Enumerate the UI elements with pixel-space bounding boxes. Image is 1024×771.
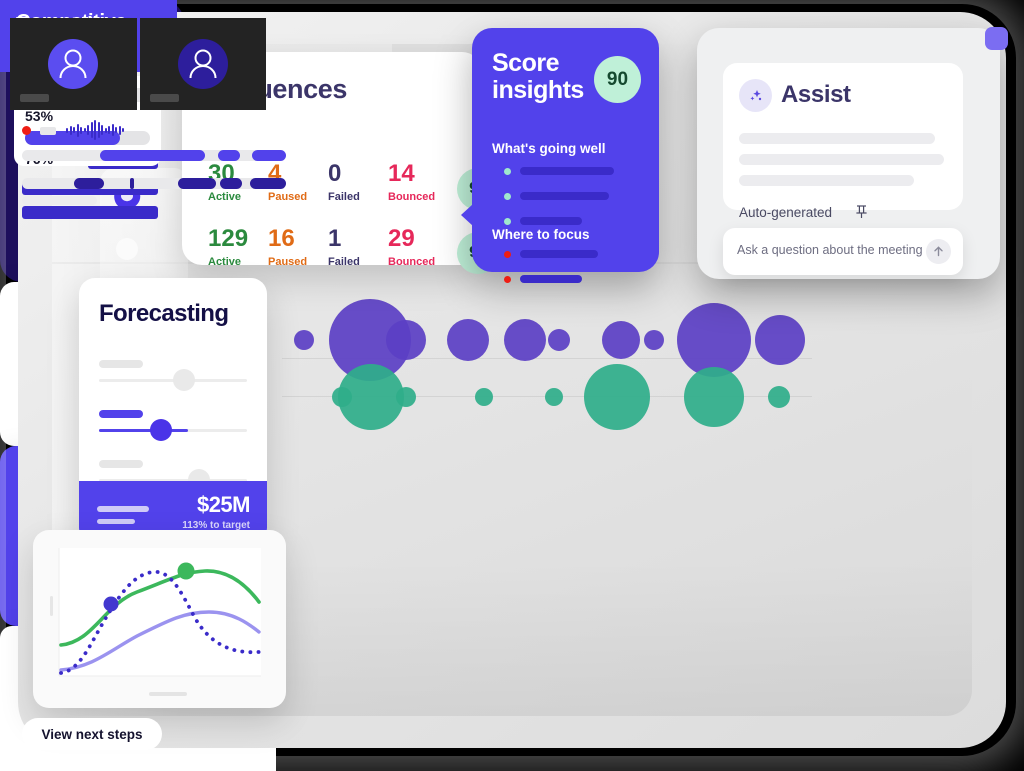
forecasting-card: Forecasting $25M 113% to target (79, 278, 267, 544)
bubble-point (447, 319, 489, 361)
bubble-point (386, 320, 426, 360)
bubble-point (584, 364, 650, 430)
score-insight-bar (520, 217, 582, 225)
score-going-well-label: What's going well (492, 141, 606, 156)
deal-detail-bar (22, 206, 158, 219)
bullet-icon (504, 167, 511, 175)
sequences-metric-value: 1 (328, 225, 342, 252)
assist-title: Assist (781, 81, 851, 108)
sequences-metric-value: 14 (388, 160, 415, 187)
trend-line-chart-card (33, 530, 286, 708)
sequences-metric: 129 Active (208, 225, 268, 269)
pin-icon[interactable] (855, 204, 868, 222)
arrow-up-icon[interactable] (926, 239, 951, 264)
bullet-icon (504, 275, 511, 283)
score-insight-bar (520, 167, 614, 175)
forecasting-slider-fill (99, 429, 188, 432)
score-insight-item (504, 217, 582, 225)
forecasting-slider[interactable] (99, 460, 247, 491)
assist-skeleton-line (739, 133, 935, 144)
bubble-point (545, 388, 563, 406)
bullet-icon (504, 250, 511, 258)
score-insight-bar (520, 250, 598, 258)
score-focus-label: Where to focus (492, 227, 590, 242)
score-insights-pointer (461, 204, 473, 226)
score-insight-item (504, 250, 598, 258)
sequences-metric: 0 Failed (328, 160, 388, 204)
bubble-point (602, 321, 640, 359)
forecasting-slider-label (99, 460, 143, 468)
sequences-metric-value: 0 (328, 160, 342, 187)
score-insights-card: Score insights 90 What's going well Wher… (461, 28, 659, 283)
sequences-metric-label: Paused (268, 191, 308, 203)
assist-card: Assist Auto-generated (723, 63, 963, 220)
bubble-point (644, 330, 664, 350)
forecasting-amount: $25M (196, 492, 251, 517)
assist-input-placeholder: Ask a question about the meeting (737, 243, 923, 257)
sequences-metric-label: Paused (268, 256, 308, 268)
assist-footer-label: Auto-generated (739, 205, 833, 220)
bubble-point (475, 388, 493, 406)
forecasting-legend-line (97, 519, 135, 524)
team-talk-percent: 53% (25, 108, 54, 124)
team-talk-times-icon (985, 27, 1008, 50)
score-insight-item (504, 275, 582, 283)
sequences-metric-label: Bounced (388, 191, 436, 203)
screenshot-stage: Sequences 30 Active 4 Paused 0 Failed 14 Bounce… (0, 0, 1024, 771)
bubble-timeline-chart (282, 299, 812, 440)
sequences-row: 129 Active 16 Paused 1 Failed 29 Bounced (208, 225, 458, 269)
score-insights-title: Score insights (492, 49, 584, 104)
forecasting-title: Forecasting (99, 300, 229, 327)
forecasting-legend-line (97, 506, 149, 512)
forecasting-slider-label (99, 360, 143, 368)
forecasting-slider-label (99, 410, 143, 418)
bubble-point (677, 303, 751, 377)
sequences-metric-label: Active (208, 256, 242, 268)
score-insights-badge: 90 (594, 56, 641, 103)
score-insight-item (504, 192, 609, 200)
forecasting-slider-knob[interactable] (150, 419, 172, 441)
sequences-metric: 14 Bounced (388, 160, 448, 204)
assist-skeleton-line (739, 154, 944, 165)
bubble-point (548, 329, 570, 351)
forecasting-slider[interactable] (99, 360, 247, 391)
score-insight-bar (520, 275, 582, 283)
score-insight-item (504, 167, 614, 175)
bubble-point (755, 315, 805, 365)
sequences-metric-value: 129 (208, 225, 249, 252)
forecasting-slider-knob[interactable] (173, 369, 195, 391)
bubble-point (768, 386, 790, 408)
score-insight-bar (520, 192, 609, 200)
bubble-point (504, 319, 546, 361)
assist-skeleton-line (739, 175, 914, 186)
view-next-steps-button[interactable]: View next steps (22, 718, 162, 750)
sequences-metric-value: 16 (268, 225, 295, 252)
sequences-metric-value: 29 (388, 225, 415, 252)
sidebar-rail-dot (116, 238, 138, 260)
bubble-point (338, 364, 404, 430)
sparkle-icon (739, 79, 772, 112)
bubble-point (396, 387, 416, 407)
bubble-point (684, 367, 744, 427)
sequences-metric: 16 Paused (268, 225, 328, 269)
assist-question-input[interactable]: Ask a question about the meeting (723, 228, 963, 275)
sequences-metric: 1 Failed (328, 225, 388, 269)
trend-line-chart-svg (50, 548, 261, 677)
bullet-icon (504, 217, 511, 225)
sequences-metric-label: Failed (328, 191, 360, 203)
sequences-metric-label: Failed (328, 256, 360, 268)
bubble-point (294, 330, 314, 350)
home-indicator (149, 692, 188, 696)
forecasting-slider[interactable] (99, 410, 247, 441)
sequences-metric: 29 Bounced (388, 225, 448, 269)
bullet-icon (504, 192, 511, 200)
sequences-metric-label: Bounced (388, 256, 436, 268)
sequences-metric-label: Active (208, 191, 242, 203)
